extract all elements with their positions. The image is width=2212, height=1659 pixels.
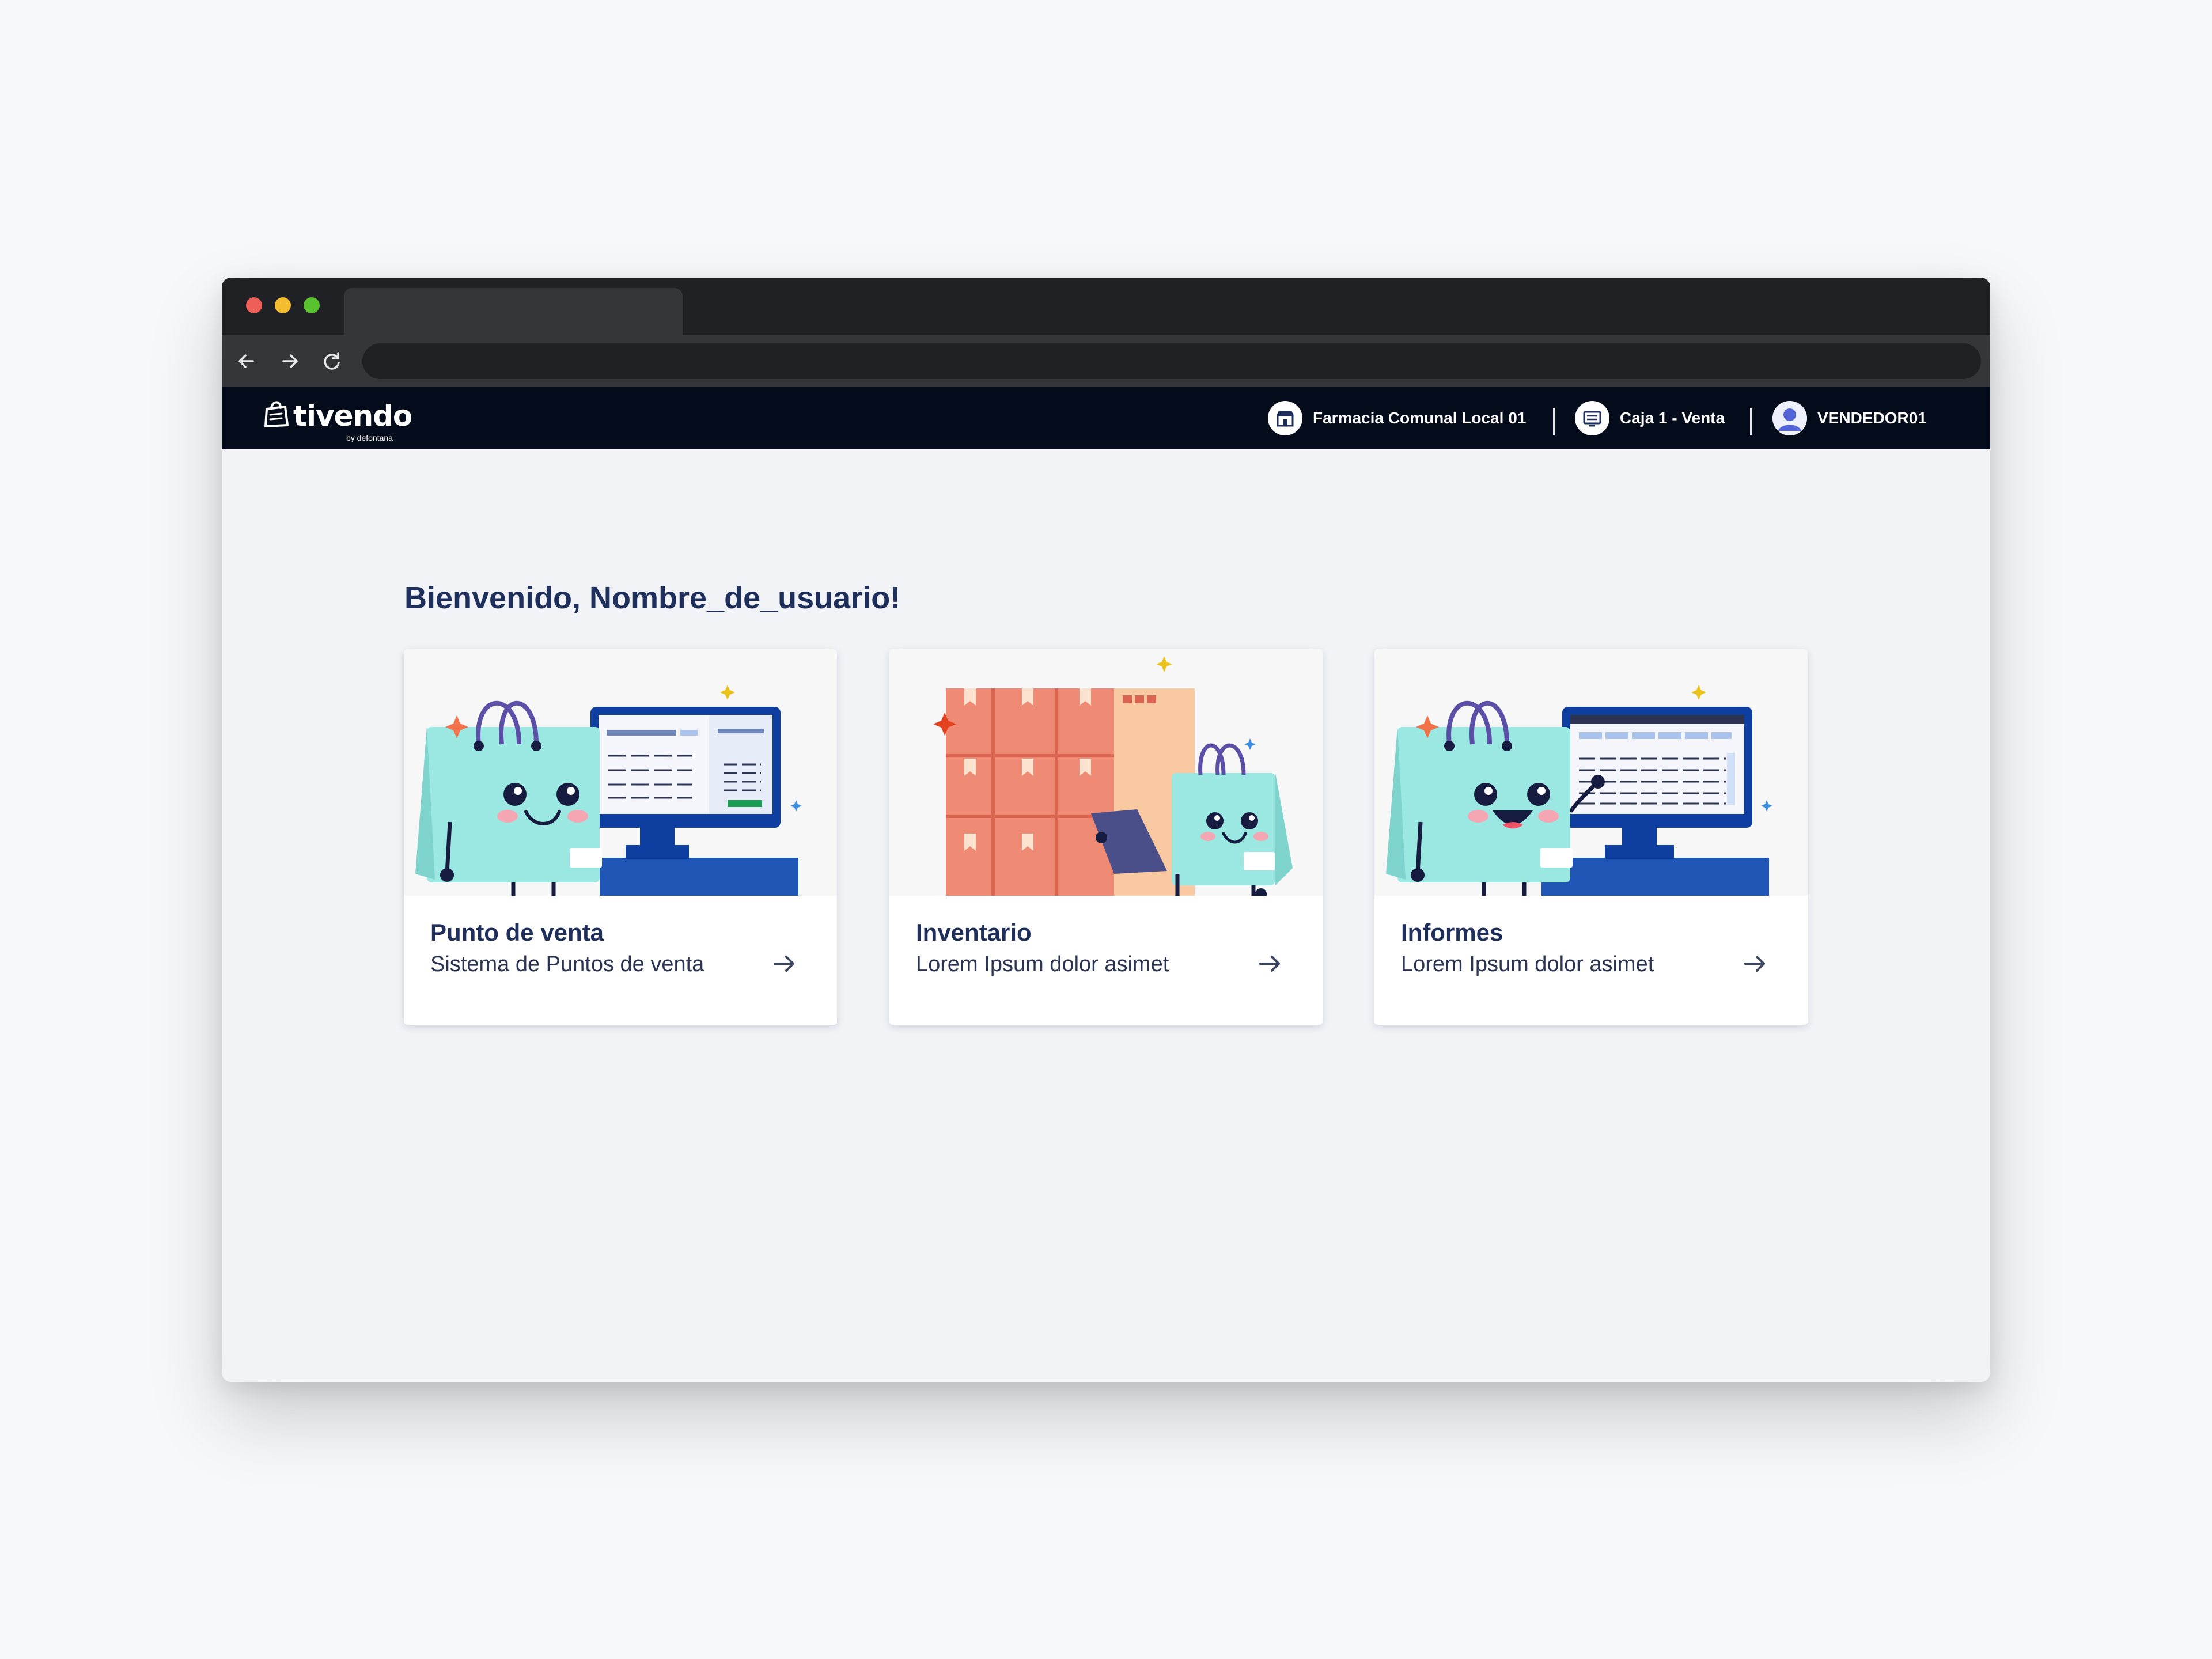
store-icon	[1268, 401, 1302, 435]
reports-illustration	[1374, 649, 1808, 896]
browser-tab[interactable]	[344, 288, 683, 335]
card-informes[interactable]: Informes Lorem Ipsum dolor asimet	[1374, 649, 1808, 1025]
card-title: Punto de venta	[430, 919, 604, 946]
card-title: Informes	[1401, 919, 1503, 946]
back-arrow-icon[interactable]	[233, 348, 260, 374]
browser-window: tivendo by defontana Farmacia Comunal Lo…	[222, 278, 1990, 1382]
card-title: Inventario	[916, 919, 1032, 946]
pos-illustration	[404, 649, 837, 896]
arrow-right-icon[interactable]	[1253, 948, 1286, 980]
card-subtitle: Lorem Ipsum dolor asimet	[916, 952, 1169, 976]
tivendo-logo[interactable]: tivendo by defontana	[262, 399, 412, 442]
maximize-window-button[interactable]	[304, 297, 320, 313]
reload-icon[interactable]	[319, 348, 345, 374]
card-subtitle: Lorem Ipsum dolor asimet	[1401, 952, 1654, 976]
header-divider	[1750, 408, 1752, 435]
register-selector[interactable]: Caja 1 - Venta	[1575, 401, 1725, 435]
address-bar[interactable]	[362, 343, 1981, 379]
browser-toolbar	[222, 335, 1990, 387]
arrow-right-icon[interactable]	[1738, 948, 1771, 980]
card-punto-de-venta[interactable]: Punto de venta Sistema de Puntos de vent…	[404, 649, 837, 1025]
avatar-icon	[1772, 401, 1807, 435]
bag-logo-icon	[264, 401, 289, 427]
minimize-window-button[interactable]	[275, 297, 291, 313]
store-name: Farmacia Comunal Local 01	[1313, 409, 1527, 427]
forward-arrow-icon[interactable]	[276, 348, 303, 374]
card-inventario[interactable]: Inventario Lorem Ipsum dolor asimet	[889, 649, 1323, 1025]
logo-text: tivendo	[293, 399, 412, 433]
user-name: VENDEDOR01	[1817, 409, 1927, 427]
store-selector[interactable]: Farmacia Comunal Local 01	[1268, 401, 1526, 435]
welcome-heading: Bienvenido, Nombre_de_usuario!	[404, 581, 901, 615]
card-subtitle: Sistema de Puntos de venta	[430, 952, 704, 976]
browser-titlebar	[222, 278, 1990, 335]
inventory-illustration	[889, 649, 1323, 900]
user-menu[interactable]: VENDEDOR01	[1772, 401, 1927, 435]
header-divider	[1553, 408, 1555, 435]
app-header: tivendo by defontana Farmacia Comunal Lo…	[222, 387, 1990, 449]
arrow-right-icon[interactable]	[768, 948, 800, 980]
close-window-button[interactable]	[246, 297, 262, 313]
register-icon	[1575, 401, 1609, 435]
register-name: Caja 1 - Venta	[1620, 409, 1725, 427]
logo-subtitle: by defontana	[346, 433, 393, 442]
